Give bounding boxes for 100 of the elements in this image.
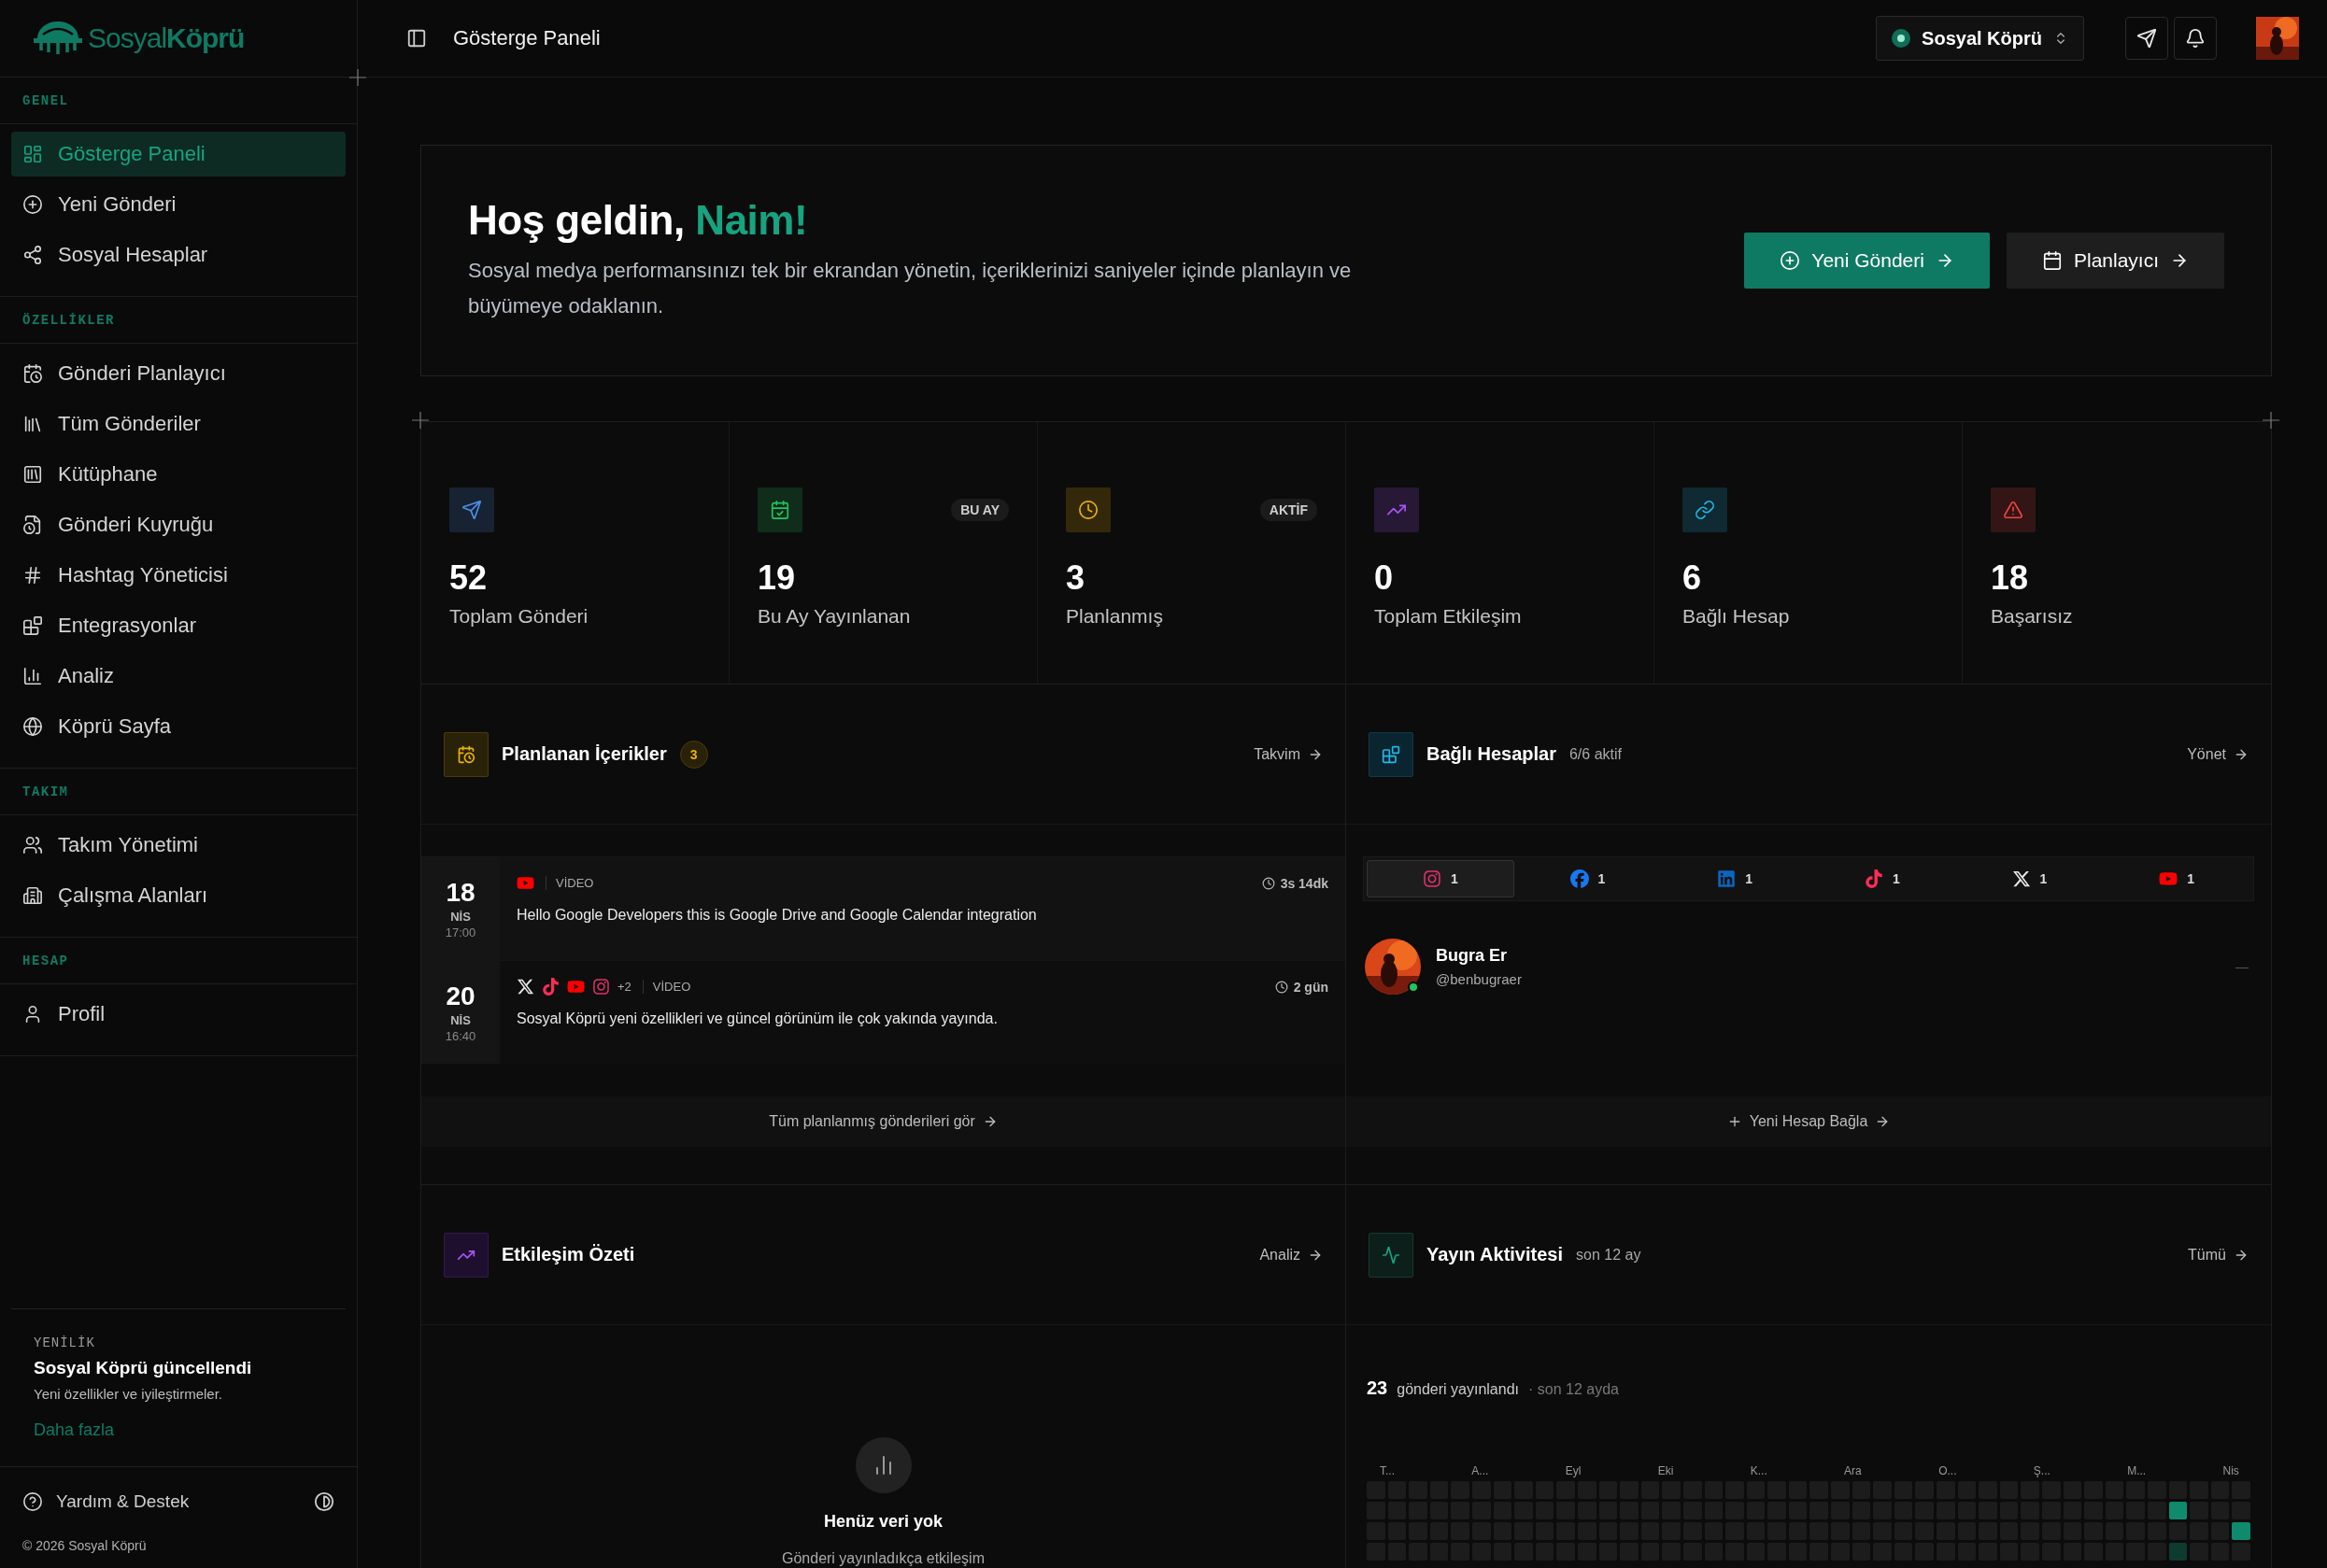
date-month: NİS <box>450 1013 471 1027</box>
more-link[interactable]: Daha fazla <box>34 1420 115 1440</box>
x-icon <box>517 978 534 996</box>
crosshair-icon <box>412 412 429 429</box>
stat-label: Bağlı Hesap <box>1682 605 1791 628</box>
dashboard-icon <box>22 144 43 164</box>
analysis-link[interactable]: Analiz <box>1259 1246 1323 1264</box>
linkedin-icon <box>1717 869 1737 888</box>
calendar-link[interactable]: Takvim <box>1254 745 1323 763</box>
instagram-icon <box>592 978 610 996</box>
stat-value: 18 <box>1991 558 2030 598</box>
stat-label: Planlanmış <box>1066 605 1164 628</box>
update-eyebrow: YENİLİK <box>34 1335 95 1350</box>
crosshair-icon <box>2263 412 2279 429</box>
bar-chart-icon <box>22 666 43 686</box>
logo-text: SosyalKöprü <box>88 22 245 54</box>
stat-value: 0 <box>1374 558 1395 598</box>
sidebar-item[interactable]: Profil <box>11 992 346 1037</box>
all-scheduled-link[interactable]: Tüm planlanmış gönderileri gör <box>421 1096 1345 1147</box>
date-month: NİS <box>450 910 471 924</box>
platform-tab[interactable]: 1 <box>1955 860 2104 897</box>
panel-left-icon <box>406 28 427 49</box>
workspace-selector[interactable]: Sosyal Köprü <box>1876 16 2084 61</box>
page-title: Gösterge Paneli <box>453 26 602 50</box>
section-label: ÖZELLİKLER <box>0 297 357 344</box>
sidebar-item[interactable]: Köprü Sayfa <box>11 704 346 749</box>
youtube-icon <box>567 978 585 996</box>
tiktok-icon <box>542 978 560 996</box>
platform-tab[interactable]: 1 <box>1661 860 1809 897</box>
books-icon <box>22 414 43 434</box>
panel-title: Bağlı Hesaplar <box>1426 743 1556 765</box>
update-title: Sosyal Köprü güncellendi <box>34 1358 252 1378</box>
platform-tab[interactable]: 1 <box>2103 860 2250 897</box>
file-clock-icon <box>22 515 43 535</box>
new-post-button[interactable]: Yeni Gönderi <box>1744 233 1990 289</box>
help-icon <box>22 1491 43 1512</box>
platform-tab[interactable]: 1 <box>1513 860 1662 897</box>
all-link[interactable]: Tümü <box>2188 1246 2249 1264</box>
connect-account-link[interactable]: Yeni Hesap Bağla <box>1346 1096 2271 1147</box>
instagram-icon <box>1422 869 1441 888</box>
theme-toggle-button[interactable] <box>312 1490 336 1514</box>
sidebar-item[interactable]: Entegrasyonlar <box>11 603 346 648</box>
stat-badge: AKTİF <box>1259 499 1317 521</box>
sidebar-item[interactable]: Sosyal Hesaplar <box>11 233 346 277</box>
building-icon <box>22 885 43 906</box>
account-name: Bugra Er <box>1436 946 1509 966</box>
manage-link[interactable]: Yönet <box>2187 745 2249 763</box>
avatar-button[interactable] <box>2256 17 2299 60</box>
panel-title: Yayın Aktivitesi <box>1426 1244 1563 1265</box>
section-label: GENEL <box>0 78 357 124</box>
post-text: Sosyal Köprü yeni özellikleri ve güncel görünüm ile çok yakında yayında. <box>517 1010 999 1027</box>
post-type: VİDEO <box>642 980 691 994</box>
workspace-logo-icon <box>1892 29 1911 48</box>
activity-icon <box>1382 1245 1400 1264</box>
users-icon <box>22 835 43 855</box>
sidebar-item[interactable]: Analiz <box>11 654 346 699</box>
welcome-text: Sosyal medya performansınızı tek bir ekrandan yönetin, içeriklerinizi saniyeler içinde planlayın ve büyümeye odaklanın. <box>468 258 1353 319</box>
panel-subtitle: son 12 ay <box>1576 1246 1642 1264</box>
month-label: Eyl <box>1565 1464 1582 1477</box>
stat-value: 3 <box>1066 558 1086 598</box>
scheduled-item[interactable]: 18 NİS 17:00 VİDEO 3s 14dk Hello Google Developers this is Google Drive and Google Calendar integration <box>421 856 1345 960</box>
blocks-icon <box>22 615 43 636</box>
sidebar-item[interactable]: Gönderi Kuyruğu <box>11 502 346 547</box>
empty-text: Gönderi yayınladıkça etkileşim <box>782 1550 985 1567</box>
sidebar-item[interactable]: Yeni Gönderi <box>11 182 346 227</box>
plus-circle-icon <box>1780 250 1801 271</box>
notifications-button[interactable] <box>2174 17 2217 60</box>
date-time: 16:40 <box>445 1029 476 1043</box>
send-button[interactable] <box>2125 17 2168 60</box>
platform-tab[interactable]: 1 <box>1809 860 1956 897</box>
planner-button[interactable]: Planlayıcı <box>2006 233 2224 289</box>
sidebar-item[interactable]: Çalışma Alanları <box>11 873 346 918</box>
stat-value: 6 <box>1682 558 1703 598</box>
sidebar-item[interactable]: Takım Yönetimi <box>11 823 346 868</box>
clock-icon <box>1261 876 1275 890</box>
send-icon <box>2136 28 2157 49</box>
month-label: Ara <box>1844 1464 1862 1477</box>
date-time: 17:00 <box>445 925 476 939</box>
scheduled-item[interactable]: 20 NİS 16:40 +2 VİDEO 2 gün Sosyal Köprü yeni özellikleri ve güncel görünüm ile çok yakında yayında. <box>421 960 1345 1064</box>
help-button[interactable]: Yardım & Destek <box>22 1491 190 1512</box>
sidebar-item[interactable]: Gönderi Planlayıcı <box>11 351 346 396</box>
month-label: A... <box>1471 1464 1489 1477</box>
due-text: 3s 14dk <box>1280 875 1328 891</box>
x-icon <box>2011 869 2031 888</box>
contrast-icon <box>314 1491 334 1512</box>
sidebar-item[interactable]: Tüm Gönderiler <box>11 402 346 446</box>
sidebar-item[interactable]: Gösterge Paneli <box>11 132 346 177</box>
panel-title: Etkileşim Özeti <box>502 1244 635 1265</box>
stat-label: Başarısız <box>1991 605 2074 628</box>
account-row[interactable]: Bugra Er @benbugraer — <box>1346 901 2271 1015</box>
count-badge: 3 <box>679 740 708 769</box>
month-label: Nis <box>2222 1464 2239 1477</box>
blocks-icon <box>1382 744 1400 764</box>
date-day: 18 <box>446 878 475 908</box>
platform-tab[interactable]: 1 <box>1367 860 1514 897</box>
share-icon <box>22 245 43 265</box>
library-icon <box>22 464 43 485</box>
sidebar-item[interactable]: Hashtag Yöneticisi <box>11 553 346 598</box>
sidebar-item[interactable]: Kütüphane <box>11 452 346 497</box>
plus-circle-icon <box>22 194 43 215</box>
